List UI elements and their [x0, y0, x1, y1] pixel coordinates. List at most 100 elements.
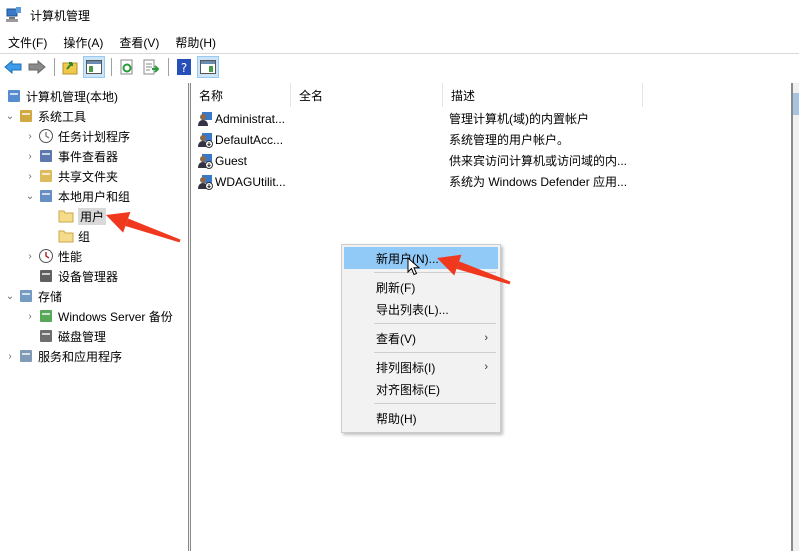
tree-item[interactable]: › 任务计划程序: [24, 126, 130, 146]
submenu-arrow-icon: ›: [484, 332, 488, 344]
tree-item[interactable]: ⌄ 系统工具: [4, 106, 86, 126]
tree-item[interactable]: 设备管理器: [24, 266, 118, 286]
chevron-down-icon[interactable]: ⌄: [24, 191, 36, 202]
user-description: 系统管理的用户帐户。: [449, 133, 570, 147]
tree-item[interactable]: 用户: [44, 206, 107, 226]
action-pane-edge[interactable]: [791, 83, 799, 551]
tree-item[interactable]: 组: [44, 226, 90, 246]
column-description[interactable]: 描述: [443, 83, 643, 107]
menu-item-label: 帮助(H): [376, 411, 417, 426]
table-row[interactable]: DefaultAcc... 系统管理的用户帐户。: [191, 129, 791, 150]
tree-item[interactable]: ⌄ 本地用户和组: [24, 186, 130, 206]
console-tree: 计算机管理(本地) ⌄ 系统工具 › 任务计划程序 › 事件查看器 › 共享文件夹 ⌄ 本地用户和组…: [0, 83, 188, 551]
context-menu-item[interactable]: 刷新(F): [344, 276, 498, 298]
tree-item-label: 服务和应用程序: [38, 349, 123, 364]
column-name[interactable]: 名称: [191, 83, 291, 107]
menu-file[interactable]: 文件(F): [8, 34, 47, 51]
user-disabled-icon: [197, 153, 213, 169]
tree-item[interactable]: 磁盘管理: [24, 326, 106, 346]
up-folder-icon: [62, 62, 78, 75]
tree-item-label: 设备管理器: [58, 269, 119, 284]
chevron-right-icon[interactable]: ›: [24, 171, 36, 182]
menu-item-label: 对齐图标(E): [376, 382, 440, 397]
user-description: 系统为 Windows Defender 应用...: [449, 175, 628, 189]
users-group-icon: [38, 188, 54, 204]
menu-bar: 文件(F) 操作(A) 查看(V) 帮助(H): [0, 31, 799, 53]
context-menu-item[interactable]: 帮助(H): [344, 407, 498, 429]
column-header: 名称 全名 描述: [191, 83, 791, 107]
tree-item-label: 事件查看器: [58, 149, 119, 164]
tree-item-label: Windows Server 备份: [58, 309, 173, 324]
computer-management-icon: [6, 7, 21, 22]
user-name: Guest: [215, 153, 248, 168]
chevron-down-icon[interactable]: ⌄: [4, 111, 16, 122]
chevron-down-icon[interactable]: ⌄: [4, 291, 16, 302]
column-fullname[interactable]: 全名: [291, 83, 443, 107]
show-hide-action-pane-icon: [200, 60, 216, 74]
toolbar-separator: [54, 58, 55, 76]
tree-item[interactable]: › 事件查看器: [24, 146, 118, 166]
disk-icon: [38, 328, 54, 344]
export-list-button[interactable]: [140, 56, 162, 78]
tree-item-label: 计算机管理(本地): [26, 89, 118, 104]
tree-item[interactable]: › 共享文件夹: [24, 166, 118, 186]
refresh-icon: [120, 59, 133, 75]
user-disabled-icon: [197, 174, 213, 190]
tree-item-label: 任务计划程序: [58, 129, 131, 144]
chevron-right-icon[interactable]: ›: [24, 131, 36, 142]
folder-icon: [58, 228, 74, 244]
context-menu-item[interactable]: 新用户(N)...: [344, 247, 498, 269]
tree-item[interactable]: 计算机管理(本地): [4, 86, 118, 106]
tree-item[interactable]: › 性能: [24, 246, 82, 266]
help-icon: ?: [177, 59, 191, 75]
tree-item-label: 存储: [38, 289, 63, 304]
help-button[interactable]: ?: [173, 56, 195, 78]
services-icon: [18, 348, 34, 364]
chevron-right-icon[interactable]: ›: [24, 251, 36, 262]
table-row[interactable]: Guest 供来宾访问计算机或访问域的内...: [191, 150, 791, 171]
user-disabled-icon: [197, 132, 213, 148]
chevron-right-icon[interactable]: ›: [24, 311, 36, 322]
user-name: Administrat...: [215, 111, 286, 126]
tree-item-label: 系统工具: [38, 109, 87, 124]
tree-item[interactable]: › Windows Server 备份: [24, 306, 173, 326]
tree-item-label: 共享文件夹: [58, 169, 119, 184]
table-row[interactable]: Administrat... 管理计算机(域)的内置帐户: [191, 108, 791, 129]
tree-item[interactable]: › 服务和应用程序: [4, 346, 122, 366]
up-level-button[interactable]: [59, 56, 81, 78]
refresh-button[interactable]: [116, 56, 138, 78]
device-manager-icon: [38, 268, 54, 284]
title-bar: 计算机管理: [0, 0, 799, 30]
show-hide-action-pane-button[interactable]: [197, 56, 219, 78]
tree-item-label: 用户: [78, 207, 107, 225]
user-name: WDAGUtilit...: [215, 174, 286, 189]
context-menu-item[interactable]: 排列图标(I) ›: [344, 356, 498, 378]
menu-item-label: 排列图标(I): [376, 360, 436, 375]
menu-item-label: 刷新(F): [376, 280, 416, 295]
menu-item-label: 查看(V): [376, 331, 416, 346]
menu-help[interactable]: 帮助(H): [175, 34, 216, 51]
context-menu-item[interactable]: 查看(V) ›: [344, 327, 498, 349]
svg-text:?: ?: [181, 61, 187, 75]
table-row[interactable]: WDAGUtilit... 系统为 Windows Defender 应用...: [191, 171, 791, 192]
tree-item[interactable]: ⌄ 存储: [4, 286, 62, 306]
performance-icon: [38, 248, 54, 264]
menu-item-label: 新用户(N)...: [376, 251, 439, 266]
menu-view[interactable]: 查看(V): [119, 34, 159, 51]
chevron-right-icon[interactable]: ›: [24, 151, 36, 162]
toolbar-separator: [111, 58, 112, 76]
context-menu-item[interactable]: 对齐图标(E): [344, 378, 498, 400]
clock-icon: [38, 128, 54, 144]
menu-item-label: 导出列表(L)...: [376, 302, 449, 317]
show-hide-console-tree-button[interactable]: [83, 56, 105, 78]
back-button[interactable]: [2, 56, 24, 78]
forward-button[interactable]: [26, 56, 48, 78]
menu-separator: [374, 323, 496, 324]
toolbar: ?: [0, 53, 799, 80]
context-menu-item[interactable]: 导出列表(L)...: [344, 298, 498, 320]
menu-separator: [374, 352, 496, 353]
menu-action[interactable]: 操作(A): [63, 34, 103, 51]
chevron-right-icon[interactable]: ›: [4, 351, 16, 362]
tree-item-label: 本地用户和组: [58, 189, 131, 204]
user-name: DefaultAcc...: [215, 132, 284, 147]
